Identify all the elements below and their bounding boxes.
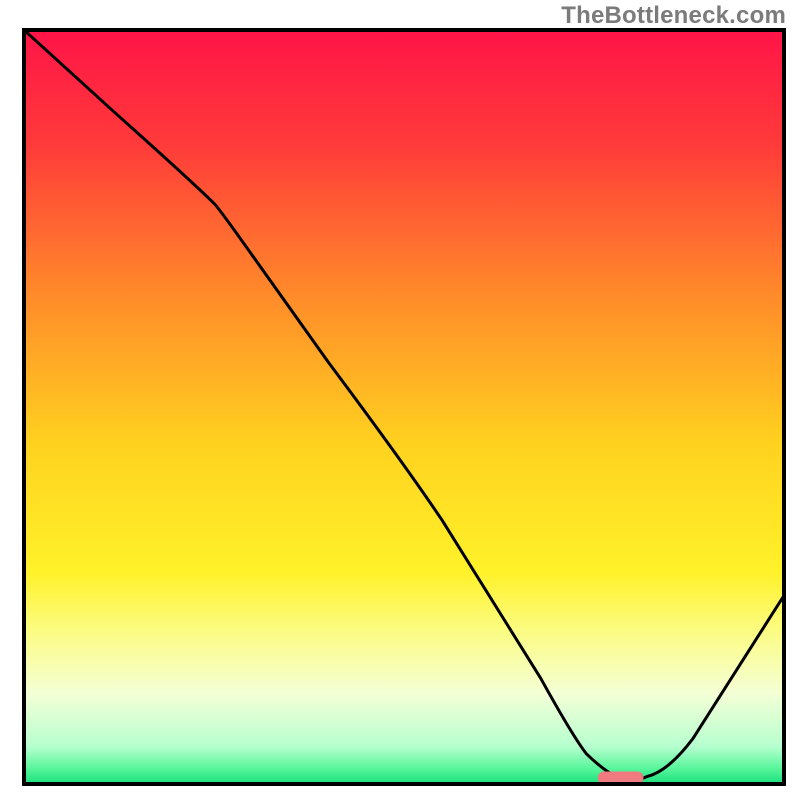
bottleneck-chart bbox=[0, 0, 800, 800]
chart-stage: TheBottleneck.com bbox=[0, 0, 800, 800]
watermark-label: TheBottleneck.com bbox=[561, 2, 786, 30]
gradient-background bbox=[24, 30, 784, 784]
